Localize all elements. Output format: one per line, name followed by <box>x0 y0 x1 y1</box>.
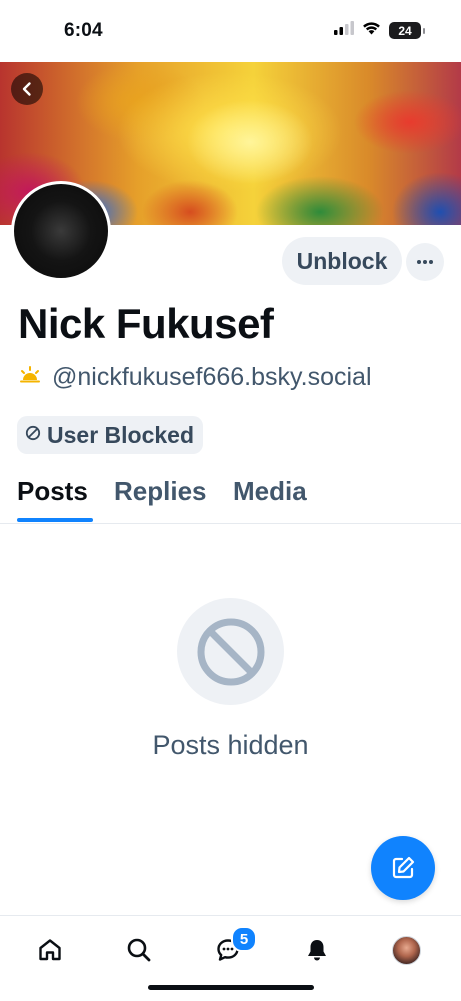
posts-hidden-icon-wrap <box>177 598 284 705</box>
user-blocked-badge: User Blocked <box>17 416 204 454</box>
compose-icon <box>392 856 415 879</box>
blocked-circle-icon <box>197 618 264 685</box>
cellular-signal-icon <box>334 21 354 40</box>
tab-posts[interactable]: Posts <box>17 475 88 507</box>
battery-icon: 24 <box>389 22 425 39</box>
bell-icon <box>308 940 326 961</box>
nav-profile[interactable] <box>386 930 426 970</box>
status-time: 6:04 <box>64 20 103 41</box>
blocked-label: User Blocked <box>47 421 195 448</box>
user-handle: @nickfukusef666.bsky.social <box>52 362 372 391</box>
status-bar: 6:04 24 <box>0 0 461 62</box>
nav-chat[interactable]: 5 <box>208 926 257 970</box>
sun-emoji-icon <box>18 365 42 390</box>
avatar-icon <box>391 935 421 965</box>
tab-replies[interactable]: Replies <box>114 475 207 507</box>
chevron-left-icon <box>22 82 31 96</box>
display-name: Nick Fukusef <box>18 300 274 347</box>
profile-avatar[interactable] <box>11 181 111 281</box>
search-icon <box>127 938 151 962</box>
nav-notifications[interactable] <box>297 930 337 970</box>
more-options-button[interactable] <box>406 243 444 281</box>
ellipsis-icon <box>417 260 433 264</box>
chat-unread-badge: 5 <box>231 926 257 952</box>
blocked-circle-icon <box>25 425 41 446</box>
active-tab-indicator <box>17 518 93 522</box>
nav-home[interactable] <box>30 930 70 970</box>
wifi-icon <box>362 21 381 40</box>
unblock-button[interactable]: Unblock <box>282 237 402 285</box>
home-indicator <box>148 985 314 990</box>
tab-media[interactable]: Media <box>233 475 307 507</box>
status-icons: 24 <box>334 21 425 40</box>
compose-button[interactable] <box>371 836 435 900</box>
nav-search[interactable] <box>119 930 159 970</box>
home-icon <box>39 939 61 961</box>
handle-row: @nickfukusef666.bsky.social <box>18 360 372 394</box>
profile-tabs: Posts Replies Media <box>0 466 461 524</box>
back-button[interactable] <box>11 73 43 105</box>
posts-hidden-message: Posts hidden <box>152 730 309 760</box>
